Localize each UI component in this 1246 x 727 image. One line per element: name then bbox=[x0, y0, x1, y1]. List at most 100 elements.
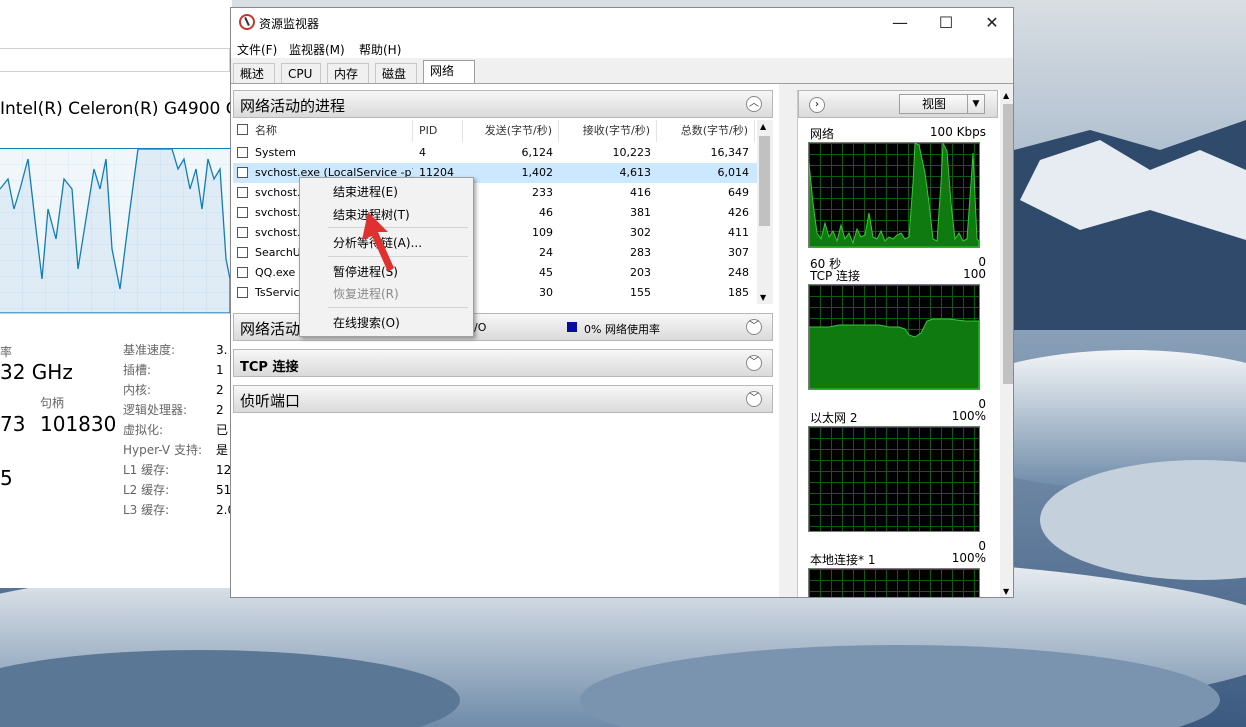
cell-total: 16,347 bbox=[710, 146, 750, 159]
menu-file[interactable]: 文件(F) bbox=[237, 41, 277, 58]
section-listening-ports-header[interactable]: 侦听端口 ﹀ bbox=[233, 385, 773, 413]
menu-item-resume-process: 恢复进程(R) bbox=[333, 287, 399, 301]
local-connection-graph bbox=[808, 568, 980, 597]
scroll-thumb[interactable] bbox=[759, 136, 770, 226]
graph-tcp-max: 100 bbox=[963, 267, 986, 281]
graph-pane: › 视图 ▼ 网络 100 Kbps 60 秒 0 TCP 连接 100 0 以… bbox=[797, 90, 1013, 597]
network-io-label: /O bbox=[474, 321, 487, 334]
row-checkbox[interactable] bbox=[237, 207, 248, 218]
view-button-label: 视图 bbox=[922, 97, 947, 111]
detail-value: 是 bbox=[216, 443, 229, 457]
section-tcp-connections-header[interactable]: TCP 连接 ﹀ bbox=[233, 349, 773, 377]
cell-receive: 302 bbox=[630, 226, 651, 239]
detail-key: L1 缓存: bbox=[123, 463, 170, 477]
chevron-up-icon[interactable]: ︿ bbox=[746, 96, 762, 112]
detail-key: 插槽: bbox=[123, 363, 152, 377]
graph-pane-header: › 视图 ▼ bbox=[798, 90, 998, 118]
pane-splitter[interactable] bbox=[779, 84, 797, 597]
tab-network[interactable]: 网络 bbox=[423, 60, 475, 85]
row-checkbox[interactable] bbox=[237, 147, 248, 158]
tab-disk[interactable]: 磁盘 bbox=[375, 63, 417, 84]
cell-pid: 4 bbox=[419, 146, 426, 159]
chevron-down-icon[interactable]: ﹀ bbox=[746, 319, 762, 335]
tcp-graph-plot bbox=[809, 318, 979, 389]
process-table-scrollbar[interactable]: ▲ ▼ bbox=[757, 120, 773, 304]
detail-row: 虚拟化: 已 bbox=[123, 421, 232, 441]
cpu-speed-value: 32 GHz bbox=[0, 360, 73, 384]
section-title: TCP 连接 bbox=[240, 360, 299, 375]
tab-memory[interactable]: 内存 bbox=[327, 63, 369, 84]
task-manager-window: Intel(R) Celeron(R) G4900 CPU 率 32 GHz 句… bbox=[0, 0, 232, 588]
cell-send: 109 bbox=[532, 226, 553, 239]
scroll-down-arrow-icon[interactable]: ▼ bbox=[1003, 587, 1009, 596]
scroll-thumb[interactable] bbox=[1003, 104, 1013, 384]
maximize-button[interactable]: ☐ bbox=[923, 8, 969, 38]
chevron-right-icon[interactable]: › bbox=[809, 97, 825, 113]
detail-row: 内核: 2 bbox=[123, 381, 232, 401]
table-row[interactable]: System 4 6,124 10,223 16,347 bbox=[233, 143, 757, 163]
cell-receive: 10,223 bbox=[612, 146, 652, 159]
network-details-pane: 网络活动的进程 ︿ 名称 PID 发送(字节/秒) 接收(字节/秒) 总数(字节… bbox=[231, 84, 779, 597]
graph-local-connection-title: 本地连接* 1 bbox=[810, 553, 876, 567]
menu-separator bbox=[328, 307, 468, 308]
menu-item-end-process[interactable]: 结束进程(E) bbox=[333, 183, 398, 200]
dropdown-arrow-icon[interactable]: ▼ bbox=[967, 95, 984, 113]
graph-network-title: 网络 bbox=[810, 127, 835, 141]
graph-local-connection-max: 100% bbox=[951, 551, 986, 565]
cell-send: 30 bbox=[539, 286, 553, 299]
view-dropdown-button[interactable]: 视图 ▼ bbox=[899, 94, 985, 114]
row-checkbox[interactable] bbox=[237, 227, 248, 238]
col-header-send[interactable]: 发送(字节/秒) bbox=[463, 120, 559, 142]
col-header-receive[interactable]: 接收(字节/秒) bbox=[559, 120, 657, 142]
chevron-down-icon[interactable]: ﹀ bbox=[746, 391, 762, 407]
graph-tcp-title: TCP 连接 bbox=[810, 269, 861, 283]
detail-row: L2 缓存: 51 bbox=[123, 481, 232, 501]
row-checkbox[interactable] bbox=[237, 287, 248, 298]
cpu-usage-line bbox=[0, 148, 231, 314]
scroll-up-arrow-icon[interactable]: ▲ bbox=[760, 122, 766, 131]
col-header-name[interactable]: 名称 bbox=[233, 120, 413, 142]
detail-key: 逻辑处理器: bbox=[123, 403, 188, 417]
tab-overview[interactable]: 概述 bbox=[233, 63, 275, 84]
section-network-processes-header[interactable]: 网络活动的进程 ︿ bbox=[233, 90, 773, 118]
minimize-button[interactable]: — bbox=[877, 8, 923, 38]
cell-send: 45 bbox=[539, 266, 553, 279]
scroll-up-arrow-icon[interactable]: ▲ bbox=[1003, 91, 1009, 100]
resource-monitor-app-icon bbox=[239, 14, 255, 30]
menu-help[interactable]: 帮助(H) bbox=[359, 41, 401, 58]
task-manager-search-box[interactable] bbox=[0, 48, 230, 72]
cell-send: 233 bbox=[532, 186, 553, 199]
chevron-down-icon[interactable]: ﹀ bbox=[746, 355, 762, 371]
title-bar[interactable]: 资源监视器 — ☐ ✕ bbox=[231, 8, 1013, 38]
row-checkbox[interactable] bbox=[237, 267, 248, 278]
menu-monitor[interactable]: 监视器(M) bbox=[289, 41, 345, 58]
cell-total: 307 bbox=[728, 246, 749, 259]
network-usage-label: 0% 网络使用率 bbox=[584, 323, 660, 336]
select-all-checkbox[interactable] bbox=[237, 124, 248, 135]
detail-value: 51 bbox=[216, 483, 232, 497]
red-pointer-arrow-icon bbox=[362, 212, 394, 272]
uptime-value: 5 bbox=[0, 466, 13, 490]
tab-cpu[interactable]: CPU bbox=[281, 63, 321, 84]
close-button[interactable]: ✕ bbox=[969, 8, 1013, 38]
detail-value: 2 bbox=[216, 403, 224, 417]
threads-value: 73 bbox=[0, 412, 26, 436]
detail-row: 插槽: 1 bbox=[123, 361, 232, 381]
row-checkbox[interactable] bbox=[237, 187, 248, 198]
scroll-down-arrow-icon[interactable]: ▼ bbox=[760, 293, 766, 302]
cell-receive: 283 bbox=[630, 246, 651, 259]
row-checkbox[interactable] bbox=[237, 247, 248, 258]
cell-name: System bbox=[255, 146, 297, 159]
menu-item-search-online[interactable]: 在线搜索(O) bbox=[333, 314, 400, 331]
detail-key: 虚拟化: bbox=[123, 423, 164, 437]
ethernet-graph bbox=[808, 426, 980, 532]
cell-total: 411 bbox=[728, 226, 749, 239]
row-checkbox[interactable] bbox=[237, 167, 248, 178]
cell-receive: 155 bbox=[630, 286, 651, 299]
graph-ethernet-max: 100% bbox=[951, 409, 986, 423]
graph-pane-scrollbar[interactable]: ▲ ▼ bbox=[1000, 90, 1013, 597]
col-header-total[interactable]: 总数(字节/秒) bbox=[657, 120, 755, 142]
graph-ethernet-title: 以太网 2 bbox=[810, 411, 858, 425]
col-header-pid[interactable]: PID bbox=[413, 120, 463, 142]
detail-key: 基准速度: bbox=[123, 343, 176, 357]
